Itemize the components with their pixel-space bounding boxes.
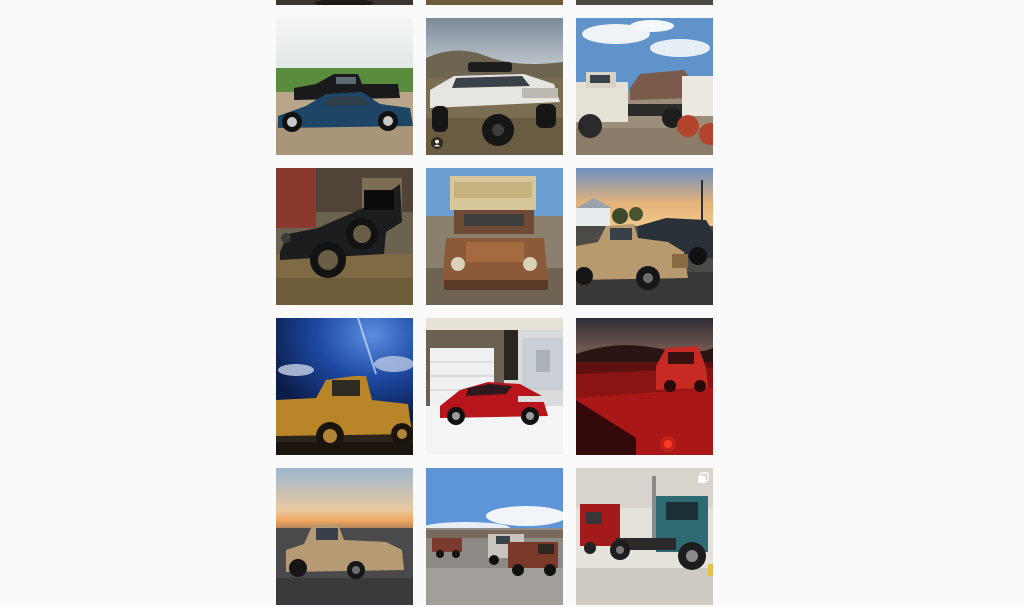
- post-thumbnail-black-vintage-car[interactable]: [276, 168, 413, 305]
- post-thumbnail-lifted-white-car[interactable]: [426, 18, 563, 155]
- post-thumbnail-hidden-3[interactable]: [576, 0, 713, 5]
- post-thumbnail-red-lit-truck[interactable]: [576, 318, 713, 455]
- post-thumbnail-blue-muscle-car[interactable]: [276, 18, 413, 155]
- profile-post-grid: [276, 0, 714, 605]
- post-thumbnail-gold-pickup-night[interactable]: [276, 318, 413, 455]
- post-thumbnail-tan-pickup-dusk[interactable]: [276, 468, 413, 605]
- carousel-icon: [697, 472, 709, 484]
- post-thumbnail-red-mustang-snow[interactable]: [426, 318, 563, 455]
- user-tag-icon: [431, 137, 443, 149]
- post-thumbnail-tan-pickup-sunset[interactable]: [576, 168, 713, 305]
- post-thumbnail-teal-cabover-semi[interactable]: [576, 468, 713, 605]
- post-thumbnail-hidden-1[interactable]: [276, 0, 413, 5]
- post-thumbnail-hidden-2[interactable]: [426, 0, 563, 5]
- post-thumbnail-trucks-parking-lot[interactable]: [426, 468, 563, 605]
- post-thumbnail-rusty-box-truck[interactable]: [426, 168, 563, 305]
- post-thumbnail-white-tow-truck[interactable]: [576, 18, 713, 155]
